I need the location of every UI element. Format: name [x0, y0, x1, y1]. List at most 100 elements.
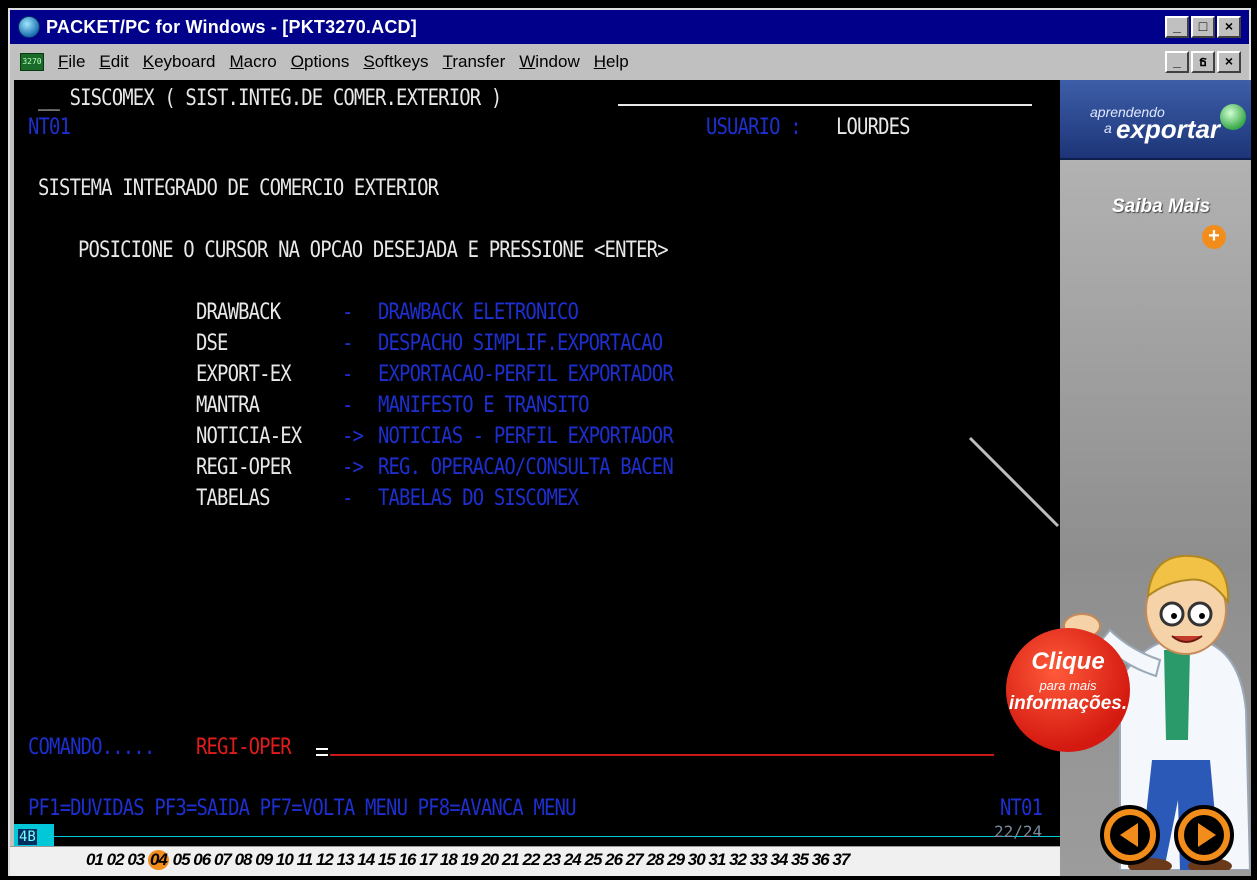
menu-help[interactable]: Help: [594, 52, 629, 72]
page-number-35[interactable]: 35: [791, 850, 809, 869]
page-number-19[interactable]: 19: [461, 850, 479, 869]
clique-info-button[interactable]: Clique para mais informações.: [1006, 628, 1130, 752]
function-keys: PF1=DUVIDAS PF3=SAIDA PF7=VOLTA MENU PF8…: [28, 796, 576, 821]
header-rule: [618, 104, 1032, 106]
plus-icon[interactable]: +: [1202, 225, 1226, 249]
page-number-14[interactable]: 14: [357, 850, 375, 869]
maximize-button[interactable]: □: [1191, 16, 1215, 38]
previous-button[interactable]: [1100, 805, 1160, 865]
terminal-screen[interactable]: __ SISCOMEX ( SIST.INTEG.DE COMER.EXTERI…: [14, 80, 1060, 842]
page-number-12[interactable]: 12: [316, 850, 334, 869]
globe-app-icon[interactable]: [18, 16, 40, 38]
option-sep: -: [342, 362, 353, 387]
close-button[interactable]: ×: [1217, 16, 1241, 38]
menu-softkeys[interactable]: Softkeys: [363, 52, 428, 72]
aprendendo-a-exportar-logo[interactable]: aprendendo a exportar: [1060, 80, 1251, 160]
option-code-tabelas[interactable]: TABELAS: [196, 486, 271, 511]
minimize-button[interactable]: _: [1165, 16, 1189, 38]
document-controls: _ ธ ×: [1165, 51, 1241, 73]
page-number-24[interactable]: 24: [564, 850, 582, 869]
option-code-export-ex[interactable]: EXPORT-EX: [196, 362, 292, 387]
footer-session-id: NT01: [1000, 796, 1043, 821]
option-desc: NOTICIAS - PERFIL EXPORTADOR: [378, 424, 674, 449]
pointer-stick: [968, 436, 1060, 528]
doc-minimize-button[interactable]: _: [1165, 51, 1189, 73]
arrow-right-icon: [1184, 815, 1224, 855]
option-desc: REG. OPERACAO/CONSULTA BACEN: [378, 455, 674, 480]
saiba-mais-link[interactable]: Saiba Mais: [1112, 196, 1210, 218]
page-number-18[interactable]: 18: [440, 850, 458, 869]
user-name: LOURDES: [836, 115, 911, 140]
page-number-34[interactable]: 34: [770, 850, 788, 869]
option-code-regi-oper[interactable]: REGI-OPER: [196, 455, 292, 480]
option-code-dse[interactable]: DSE: [196, 331, 228, 356]
page-number-32[interactable]: 32: [729, 850, 747, 869]
option-sep: -: [342, 300, 353, 325]
page-navigation: 01 02 03 04 05 06 07 08 09 10 11 12 13 1…: [10, 846, 1110, 876]
page-number-31[interactable]: 31: [708, 850, 726, 869]
menu-transfer[interactable]: Transfer: [443, 52, 506, 72]
option-desc: TABELAS DO SISCOMEX: [378, 486, 579, 511]
page-number-37[interactable]: 37: [832, 850, 850, 869]
page-number-09[interactable]: 09: [255, 850, 273, 869]
page-number-10[interactable]: 10: [276, 850, 294, 869]
page-number-29[interactable]: 29: [667, 850, 685, 869]
page-number-17[interactable]: 17: [419, 850, 437, 869]
option-desc: DESPACHO SIMPLIF.EXPORTACAO: [378, 331, 663, 356]
page-number-21[interactable]: 21: [502, 850, 520, 869]
page-number-08[interactable]: 08: [235, 850, 253, 869]
logo-a-text: a: [1104, 120, 1112, 136]
page-number-11[interactable]: 11: [297, 850, 314, 869]
clique-subtitle: para mais: [1039, 678, 1097, 693]
page-number-27[interactable]: 27: [626, 850, 644, 869]
next-button[interactable]: [1174, 805, 1234, 865]
menu-edit[interactable]: Edit: [99, 52, 128, 72]
page-number-01[interactable]: 01: [86, 850, 104, 869]
user-label: USUARIO :: [706, 115, 802, 140]
option-sep: -: [342, 486, 353, 511]
command-input[interactable]: REGI-OPER: [196, 735, 292, 760]
option-sep: -: [342, 393, 353, 418]
page-number-22[interactable]: 22: [523, 850, 541, 869]
menu-bar: 3270 File Edit Keyboard Macro Options So…: [10, 46, 1249, 78]
option-desc: EXPORTACAO-PERFIL EXPORTADOR: [378, 362, 674, 387]
title-bar: PACKET/PC for Windows - [PKT3270.ACD] _ …: [10, 10, 1249, 44]
menu-keyboard[interactable]: Keyboard: [143, 52, 216, 72]
clique-info-text: informações.: [1008, 693, 1128, 714]
page-number-07[interactable]: 07: [214, 850, 232, 869]
option-code-noticia-ex[interactable]: NOTICIA-EX: [196, 424, 302, 449]
page-number-06[interactable]: 06: [193, 850, 211, 869]
page-number-03[interactable]: 03: [127, 850, 145, 869]
window-title: PACKET/PC for Windows - [PKT3270.ACD]: [46, 16, 417, 37]
page-count: 22/24: [994, 822, 1043, 841]
page-number-25[interactable]: 25: [584, 850, 602, 869]
page-number-36[interactable]: 36: [812, 850, 830, 869]
menu-macro[interactable]: Macro: [230, 52, 277, 72]
doc-restore-button[interactable]: ธ: [1191, 51, 1215, 73]
page-number-02[interactable]: 02: [107, 850, 125, 869]
option-code-drawback[interactable]: DRAWBACK: [196, 300, 281, 325]
menu-window[interactable]: Window: [519, 52, 579, 72]
menu-file[interactable]: File: [58, 52, 85, 72]
terminal-3270-icon[interactable]: 3270: [20, 53, 44, 71]
page-number-20[interactable]: 20: [481, 850, 499, 869]
doc-close-button[interactable]: ×: [1217, 51, 1241, 73]
clique-title: Clique: [1031, 648, 1105, 675]
page-number-26[interactable]: 26: [605, 850, 623, 869]
page-number-13[interactable]: 13: [337, 850, 355, 869]
page-number-04[interactable]: 04: [147, 850, 169, 870]
system-title: SISTEMA INTEGRADO DE COMERCIO EXTERIOR: [38, 176, 439, 201]
text-cursor: [316, 748, 328, 756]
page-number-33[interactable]: 33: [750, 850, 768, 869]
option-desc: DRAWBACK ELETRONICO: [378, 300, 579, 325]
page-number-15[interactable]: 15: [378, 850, 396, 869]
menu-options[interactable]: Options: [291, 52, 350, 72]
command-input-underline: [330, 754, 994, 756]
page-number-23[interactable]: 23: [543, 850, 561, 869]
page-number-30[interactable]: 30: [688, 850, 706, 869]
page-number-16[interactable]: 16: [399, 850, 417, 869]
option-code-mantra[interactable]: MANTRA: [196, 393, 260, 418]
page-number-28[interactable]: 28: [646, 850, 664, 869]
arrow-left-icon: [1110, 815, 1150, 855]
page-number-05[interactable]: 05: [173, 850, 191, 869]
